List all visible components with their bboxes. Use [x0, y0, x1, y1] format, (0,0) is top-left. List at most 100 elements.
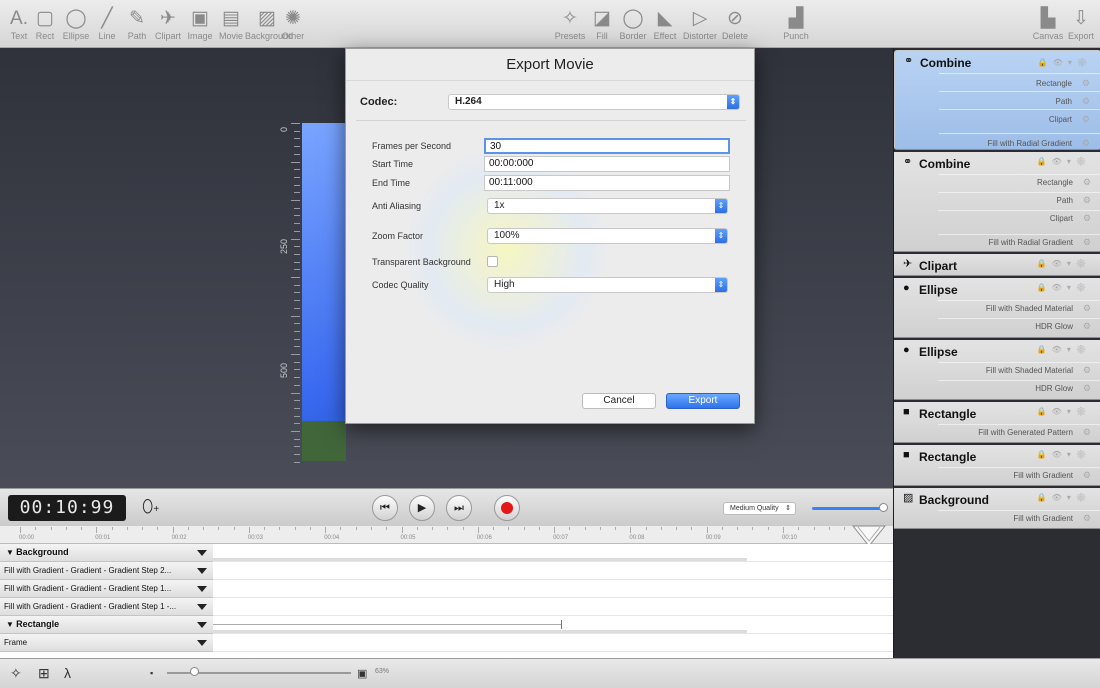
- track-row[interactable]: Fill with Gradient - Gradient - Gradient…: [0, 562, 213, 580]
- layer-group-background[interactable]: ▨ Background 🔒👁▾⚙ Fill with Gradient ⚙: [894, 488, 1100, 529]
- go-to-end-button[interactable]: ⏭: [446, 495, 472, 521]
- toolbar-button-export[interactable]: ⇩ Export: [1059, 8, 1100, 41]
- preview-quality-select[interactable]: Medium Quality ⇕: [723, 502, 796, 515]
- gear-icon[interactable]: ⚙: [1082, 94, 1090, 108]
- gear-icon[interactable]: ⚙: [1083, 237, 1091, 248]
- keyframe-tick[interactable]: [561, 620, 562, 629]
- magic-wand-icon[interactable]: ✧: [10, 665, 22, 682]
- disclosure-triangle-icon[interactable]: ▼: [6, 548, 16, 557]
- layer-item[interactable]: Fill with Gradient: [1013, 471, 1073, 480]
- layer-group-combine[interactable]: ⚭ Combine 🔒👁▾⚙ Rectangle ⚙ Path ⚙ Clipart ⚙ Fill …: [894, 50, 1100, 150]
- record-button[interactable]: [494, 495, 520, 521]
- toolbar-button-punch[interactable]: ▟ Punch: [774, 8, 818, 41]
- keyframe-marker[interactable]: [213, 624, 562, 625]
- chevron-down-icon[interactable]: [197, 586, 207, 592]
- layer-group-combine[interactable]: ⚭ Combine 🔒👁▾⚙ Rectangle ⚙ Path ⚙ Clipart ⚙ Fill …: [894, 152, 1100, 252]
- track-lane[interactable]: [213, 598, 893, 616]
- layer-header[interactable]: ● Ellipse 🔒👁▾⚙: [894, 278, 1100, 300]
- layer-item[interactable]: Path: [1057, 196, 1073, 205]
- track-lane[interactable]: [213, 634, 893, 652]
- chevron-down-icon[interactable]: [197, 568, 207, 574]
- go-to-start-button[interactable]: ⏮: [372, 495, 398, 521]
- zoom-in-icon[interactable]: ▣: [357, 667, 367, 680]
- gear-icon[interactable]: ⚙: [1082, 76, 1090, 90]
- track-lane[interactable]: [213, 562, 893, 580]
- codec-quality-select[interactable]: High ⇕: [487, 277, 728, 293]
- layer-item[interactable]: Fill with Shaded Material: [986, 304, 1073, 313]
- codec-select[interactable]: H.264 ⇕: [448, 94, 740, 110]
- layer-item[interactable]: Fill with Gradient: [1013, 514, 1073, 523]
- layer-controls[interactable]: 🔒👁▾⚙: [1029, 259, 1091, 270]
- export-button[interactable]: Export: [666, 393, 740, 409]
- anti-aliasing-select[interactable]: 1x ⇕: [487, 198, 728, 214]
- snap-grid-icon[interactable]: ⊞: [38, 665, 50, 682]
- layer-header[interactable]: ■ Rectangle 🔒👁▾⚙: [894, 402, 1100, 424]
- track-row[interactable]: Frame: [0, 634, 213, 652]
- layer-group-ellipse[interactable]: ● Ellipse 🔒👁▾⚙ Fill with Shaded Material ⚙ HD…: [894, 278, 1100, 338]
- layer-item[interactable]: Rectangle: [1037, 178, 1073, 187]
- gear-icon[interactable]: ⚙: [1082, 136, 1090, 150]
- gear-icon[interactable]: ⚙: [1083, 213, 1091, 224]
- chevron-down-icon[interactable]: [197, 622, 207, 628]
- layer-item[interactable]: Rectangle: [1036, 77, 1072, 91]
- layer-header[interactable]: ■ Rectangle 🔒👁▾⚙: [894, 445, 1100, 467]
- layer-controls[interactable]: 🔒👁▾⚙: [1029, 283, 1091, 294]
- track-lane[interactable]: [213, 616, 893, 634]
- chevron-down-icon[interactable]: [197, 640, 207, 646]
- layer-header[interactable]: ▨ Background 🔒👁▾⚙: [894, 488, 1100, 510]
- gear-icon[interactable]: ⚙: [1082, 112, 1090, 126]
- toolbar-button-delete[interactable]: ⊘ Delete: [713, 8, 757, 41]
- layer-fill-item[interactable]: Fill with Radial Gradient: [988, 137, 1072, 151]
- fps-field[interactable]: 30: [484, 138, 730, 154]
- gear-icon[interactable]: ⚙: [1083, 427, 1091, 438]
- add-keyframe-button[interactable]: ⬯+: [142, 496, 166, 522]
- layer-item[interactable]: Path: [1056, 95, 1072, 109]
- gear-icon[interactable]: ⚙: [1083, 470, 1091, 481]
- layer-item[interactable]: Fill with Generated Pattern: [978, 428, 1073, 437]
- toolbar-button-other[interactable]: ✺ Other: [271, 8, 315, 41]
- zoom-slider-knob[interactable]: [190, 667, 199, 676]
- document-canvas[interactable]: [302, 123, 346, 461]
- zoom-out-icon[interactable]: ▪: [150, 668, 153, 678]
- timeline-ruler[interactable]: 00:00 00:01 00:02 00:03 00:04 00:05 00:06 00:07…: [0, 526, 893, 544]
- track-lane[interactable]: [213, 580, 893, 598]
- track-header[interactable]: ▼ Rectangle: [0, 616, 213, 634]
- layer-item[interactable]: Clipart: [1049, 113, 1072, 127]
- layer-controls[interactable]: 🔒👁▾⚙: [1029, 345, 1091, 356]
- quality-slider-knob[interactable]: [879, 503, 888, 512]
- layer-controls[interactable]: 🔒👁▾⚙: [1029, 450, 1091, 461]
- cancel-button[interactable]: Cancel: [582, 393, 656, 409]
- layer-fill-item[interactable]: Fill with Radial Gradient: [989, 238, 1073, 247]
- gear-icon[interactable]: ⚙: [1083, 303, 1091, 314]
- layer-controls[interactable]: 🔒👁▾⚙: [1029, 493, 1091, 504]
- track-header[interactable]: ▼ Background: [0, 544, 213, 562]
- layer-controls[interactable]: 🔒👁▾⚙: [1029, 157, 1091, 168]
- layer-group-rectangle[interactable]: ■ Rectangle 🔒👁▾⚙ Fill with Gradient ⚙: [894, 445, 1100, 486]
- layer-group-ellipse[interactable]: ● Ellipse 🔒👁▾⚙ Fill with Shaded Material ⚙ HD…: [894, 340, 1100, 400]
- zoom-factor-select[interactable]: 100% ⇕: [487, 228, 728, 244]
- easing-icon[interactable]: λ: [64, 665, 71, 681]
- layer-item[interactable]: HDR Glow: [1035, 322, 1073, 331]
- layer-header[interactable]: ✈ Clipart 🔒👁▾⚙: [894, 254, 1100, 276]
- gear-icon[interactable]: ⚙: [1083, 383, 1091, 394]
- layer-group-clipart[interactable]: ✈ Clipart 🔒👁▾⚙: [894, 254, 1100, 276]
- chevron-down-icon[interactable]: [197, 550, 207, 556]
- gear-icon[interactable]: ⚙: [1083, 365, 1091, 376]
- track-lane[interactable]: [213, 544, 893, 562]
- layer-item[interactable]: HDR Glow: [1035, 384, 1073, 393]
- layer-header[interactable]: ● Ellipse 🔒👁▾⚙: [894, 340, 1100, 362]
- layer-item[interactable]: Fill with Shaded Material: [986, 366, 1073, 375]
- gear-icon[interactable]: ⚙: [1083, 513, 1091, 524]
- layer-controls[interactable]: 🔒👁▾⚙: [1029, 407, 1091, 418]
- gear-icon[interactable]: ⚙: [1083, 195, 1091, 206]
- quality-slider[interactable]: [812, 507, 884, 510]
- disclosure-triangle-icon[interactable]: ▼: [6, 620, 16, 629]
- layer-item[interactable]: Clipart: [1050, 214, 1073, 223]
- play-button[interactable]: ▶: [409, 495, 435, 521]
- end-time-field[interactable]: 00:11:000: [484, 175, 730, 191]
- track-row[interactable]: Fill with Gradient - Gradient - Gradient…: [0, 580, 213, 598]
- gear-icon[interactable]: ⚙: [1083, 321, 1091, 332]
- track-row[interactable]: Fill with Gradient - Gradient - Gradient…: [0, 598, 213, 616]
- transparent-background-checkbox[interactable]: [487, 256, 498, 267]
- layer-header[interactable]: ⚭ Combine 🔒👁▾⚙: [894, 152, 1100, 174]
